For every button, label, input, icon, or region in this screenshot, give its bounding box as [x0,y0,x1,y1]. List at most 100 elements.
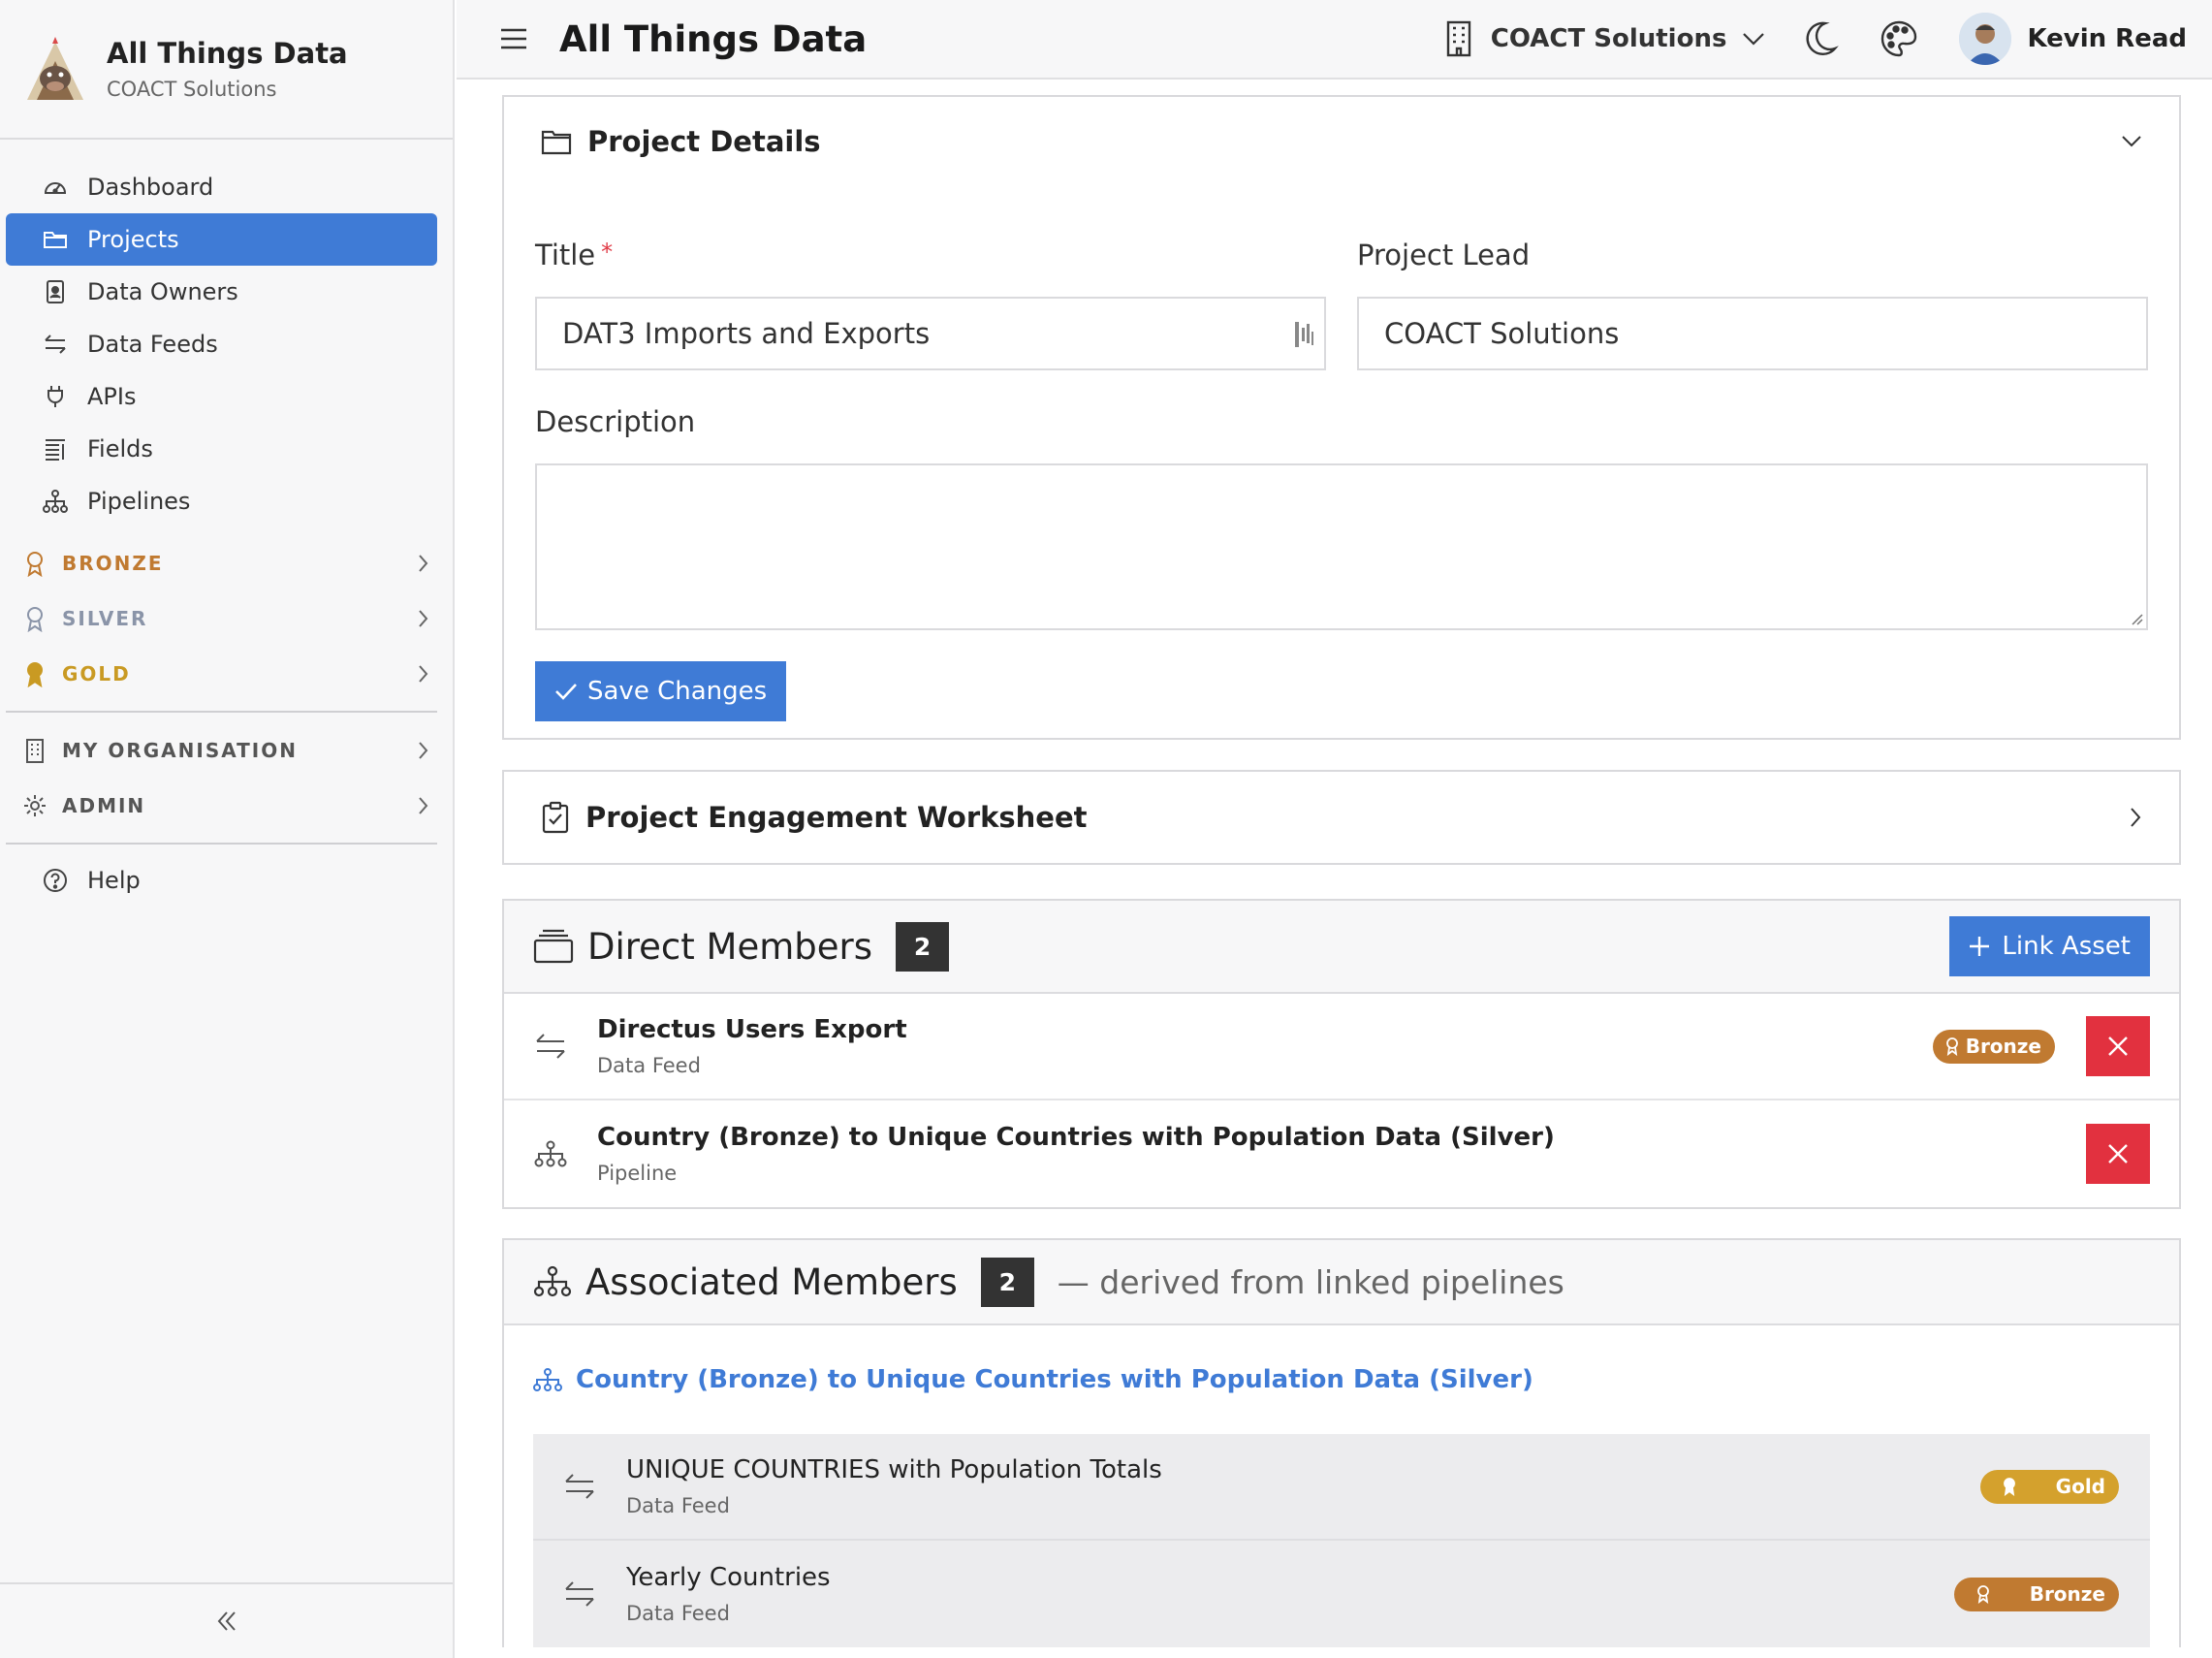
sidebar-item-projects[interactable]: Projects [6,213,437,266]
menu-icon[interactable] [499,27,528,50]
member-type: Data Feed [597,1054,701,1077]
sidebar-nav: Dashboard Projects Data Owners Data Feed… [0,140,453,907]
pipeline-link-label: Country (Bronze) to Unique Countries wit… [576,1365,1533,1394]
panel-title: Project Details [587,125,821,158]
brand-title: All Things Data [107,37,348,70]
stack-icon [533,929,574,964]
award-icon [1992,1477,2027,1496]
top-bar: All Things Data COACT Solutions Kevin Re… [457,0,2212,80]
sidebar-group-admin[interactable]: ADMIN [0,778,429,833]
help-circle-icon [41,866,70,895]
sidebar-item-help[interactable]: Help [6,854,437,907]
plug-icon [41,382,70,411]
member-name[interactable]: UNIQUE COUNTRIES with Population Totals [626,1455,1162,1484]
link-asset-button[interactable]: Link Asset [1949,916,2150,976]
section-title: Direct Members [587,925,873,968]
description-label: Description [535,405,696,438]
arrows-exchange-icon [562,1578,597,1610]
sidebar-item-dashboard[interactable]: Dashboard [6,161,437,213]
gauge-icon [41,173,70,202]
moon-icon[interactable] [1802,19,1840,58]
org-switcher[interactable]: COACT Solutions [1444,19,1803,58]
sidebar-item-label: Data Owners [87,278,238,305]
project-details-panel: Project Details Title * DAT3 Imports and … [502,95,2181,740]
folder-icon [41,225,70,254]
avatar[interactable] [1959,13,2012,65]
tier-badge: Bronze [1953,1577,2119,1611]
resize-handle-icon[interactable] [2130,612,2143,625]
org-name: COACT Solutions [1490,24,1727,53]
member-name[interactable]: Yearly Countries [626,1563,831,1592]
title-input[interactable]: DAT3 Imports and Exports [535,297,1326,370]
sidebar-group-silver[interactable]: SILVER [0,590,429,646]
main-content: Project Details Title * DAT3 Imports and … [457,81,2212,1658]
brand-logo [19,36,91,102]
sidebar-item-label: Help [87,867,141,894]
engagement-worksheet-header[interactable]: Project Engagement Worksheet [504,772,2179,863]
sidebar-group-label: SILVER [62,606,148,630]
sitemap-icon [41,487,70,516]
sidebar-group-gold[interactable]: GOLD [0,646,429,701]
sidebar-group-bronze[interactable]: BRONZE [0,535,429,590]
sidebar-item-label: Projects [87,226,179,253]
plus-icon [1969,936,1990,957]
chevron-right-icon [416,795,429,816]
chevron-right-icon [416,608,429,629]
chevron-right-icon [416,740,429,761]
sidebar-item-label: Fields [87,435,153,462]
engagement-worksheet-panel[interactable]: Project Engagement Worksheet [502,770,2181,865]
project-details-header[interactable]: Project Details [504,97,2179,186]
password-manager-icon[interactable] [1293,320,1314,349]
palette-icon[interactable] [1880,19,1918,58]
list-icon [41,434,70,463]
sidebar-item-data-feeds[interactable]: Data Feeds [6,318,437,370]
description-textarea[interactable] [535,463,2148,630]
project-lead-label: Project Lead [1357,239,1531,271]
award-icon [21,660,48,687]
sidebar-item-label: APIs [87,383,137,410]
list-item[interactable]: UNIQUE COUNTRIES with Population Totals … [533,1434,2150,1541]
arrows-exchange-icon [533,1031,568,1062]
building-icon [21,737,48,764]
title-label: Title * [535,239,614,271]
sidebar-group-label: MY ORGANISATION [62,738,298,762]
collapse-sidebar-button[interactable] [0,1582,453,1658]
chevron-right-icon [416,553,429,574]
clipboard-check-icon [541,801,570,834]
list-item[interactable]: Yearly Countries Data Feed Bronze [533,1541,2150,1647]
project-lead-value: COACT Solutions [1384,317,1620,350]
save-changes-button[interactable]: Save Changes [535,661,787,721]
list-item[interactable]: Country (Bronze) to Unique Countries wit… [504,1100,2179,1207]
direct-members-panel: Direct Members 2 Link Asset Directus Use… [502,899,2181,1209]
direct-members-header: Direct Members 2 Link Asset [504,901,2179,994]
sitemap-icon [533,1265,572,1298]
sidebar-item-data-owners[interactable]: Data Owners [6,266,437,318]
tier-badge: Bronze [1932,1029,2055,1064]
tier-badge: Gold [1979,1469,2119,1504]
associated-members-list: UNIQUE COUNTRIES with Population Totals … [533,1434,2150,1647]
sidebar-group-my-organisation[interactable]: MY ORGANISATION [0,722,429,778]
chevron-right-icon [2129,807,2142,828]
member-name[interactable]: Directus Users Export [597,1015,907,1044]
sidebar-item-fields[interactable]: Fields [6,423,437,475]
sidebar-divider [6,711,437,713]
folder-icon [541,128,572,155]
remove-button[interactable] [2086,1016,2150,1076]
sidebar-item-pipelines[interactable]: Pipelines [6,475,437,527]
member-name[interactable]: Country (Bronze) to Unique Countries wit… [597,1123,1555,1152]
user-name[interactable]: Kevin Read [2027,24,2187,53]
associated-members-panel: Associated Members 2 — derived from link… [502,1238,2181,1647]
sidebar-divider [6,843,437,845]
sidebar-item-label: Data Feeds [87,331,218,358]
chevron-right-icon [416,663,429,685]
list-item[interactable]: Directus Users Export Data Feed Bronze [504,994,2179,1100]
pipeline-link[interactable]: Country (Bronze) to Unique Countries wit… [504,1325,2179,1434]
link-asset-label: Link Asset [2002,932,2131,961]
sitemap-icon [533,1139,568,1168]
remove-button[interactable] [2086,1124,2150,1184]
sidebar-item-apis[interactable]: APIs [6,370,437,423]
project-lead-input[interactable]: COACT Solutions [1357,297,2148,370]
id-badge-icon [41,277,70,306]
panel-title: Project Engagement Worksheet [585,801,1088,834]
associated-members-header: Associated Members 2 — derived from link… [504,1240,2179,1325]
